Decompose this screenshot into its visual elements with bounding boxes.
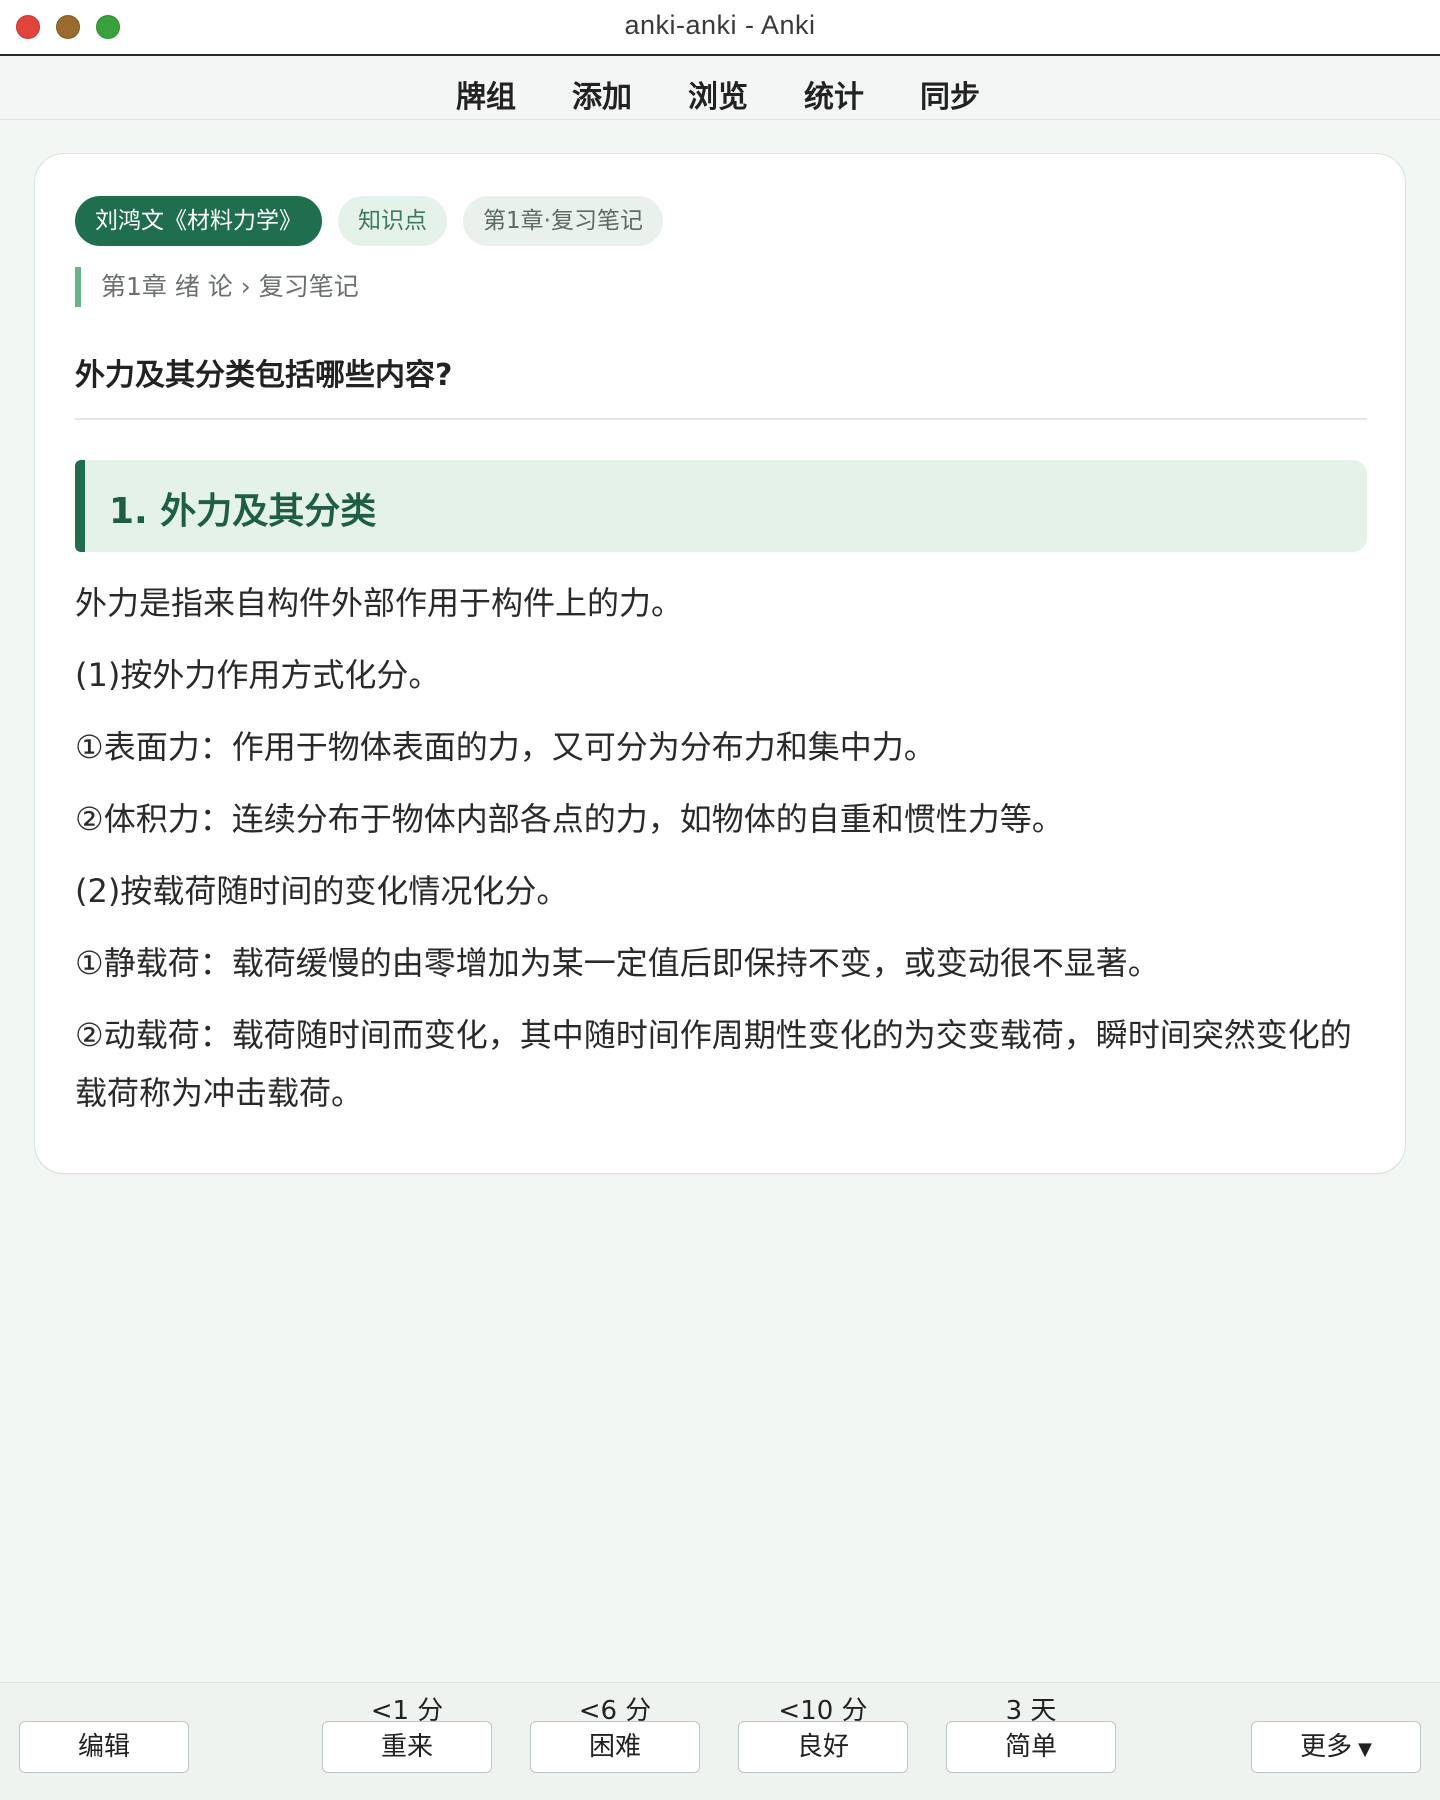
window-titlebar: anki-anki - Anki bbox=[0, 0, 1440, 56]
edit-button[interactable]: 编辑 bbox=[19, 1721, 189, 1773]
answer-paragraph: (1)按外力作用方式化分。 bbox=[75, 656, 441, 694]
section-heading: 1. 外力及其分类 bbox=[109, 491, 377, 532]
caret-down-icon: ▼ bbox=[1358, 1739, 1372, 1760]
window-title: anki-anki - Anki bbox=[624, 10, 816, 40]
question-divider bbox=[75, 418, 1367, 420]
toolbar-browse[interactable]: 浏览 bbox=[688, 68, 804, 120]
more-label: 更多 bbox=[1300, 1732, 1353, 1762]
answer-body: 外力是指来自构件外部作用于构件上的力。 (1)按外力作用方式化分。 ①表面力：作… bbox=[75, 574, 1375, 1136]
tag-book: 刘鸿文《材料力学》 bbox=[75, 196, 322, 246]
review-card: 刘鸿文《材料力学》 知识点 第1章·复习笔记 第1章 绪 论 › 复习笔记 外力… bbox=[34, 153, 1406, 1174]
answer-paragraph: ②动载荷：载荷随时间而变化，其中随时间作周期性变化的为交变载荷，瞬时间突然变化的… bbox=[75, 1016, 1352, 1112]
tag-chapter-notes: 第1章·复习笔记 bbox=[463, 196, 663, 246]
toolbar-sync[interactable]: 同步 bbox=[920, 68, 1036, 120]
hard-button[interactable]: 困难 bbox=[530, 1721, 700, 1773]
again-button[interactable]: 重来 bbox=[322, 1721, 492, 1773]
toolbar-add[interactable]: 添加 bbox=[572, 68, 688, 120]
answer-paragraph: ①表面力：作用于物体表面的力，又可分为分布力和集中力。 bbox=[75, 728, 936, 766]
section-heading-box: 1. 外力及其分类 bbox=[75, 460, 1367, 552]
answer-paragraph: 外力是指来自构件外部作用于构件上的力。 bbox=[75, 584, 684, 622]
tag-list: 刘鸿文《材料力学》 知识点 第1章·复习笔记 bbox=[75, 196, 663, 246]
main-toolbar: 牌组 添加 浏览 统计 同步 bbox=[0, 58, 1440, 120]
toolbar-decks[interactable]: 牌组 bbox=[456, 68, 572, 120]
card-question: 外力及其分类包括哪些内容? bbox=[75, 358, 453, 393]
easy-button[interactable]: 简单 bbox=[946, 1721, 1116, 1773]
review-bottom-bar bbox=[0, 1682, 1440, 1800]
tag-knowledge-point: 知识点 bbox=[338, 196, 447, 246]
answer-paragraph: ①静载荷：载荷缓慢的由零增加为某一定值后即保持不变，或变动很不显著。 bbox=[75, 944, 1160, 982]
answer-paragraph: (2)按载荷随时间的变化情况化分。 bbox=[75, 872, 569, 910]
answer-paragraph: ②体积力：连续分布于物体内部各点的力，如物体的自重和惯性力等。 bbox=[75, 800, 1064, 838]
breadcrumb: 第1章 绪 论 › 复习笔记 bbox=[75, 267, 359, 307]
more-button[interactable]: 更多 ▼ bbox=[1251, 1721, 1421, 1773]
toolbar-stats[interactable]: 统计 bbox=[804, 68, 920, 120]
good-button[interactable]: 良好 bbox=[738, 1721, 908, 1773]
